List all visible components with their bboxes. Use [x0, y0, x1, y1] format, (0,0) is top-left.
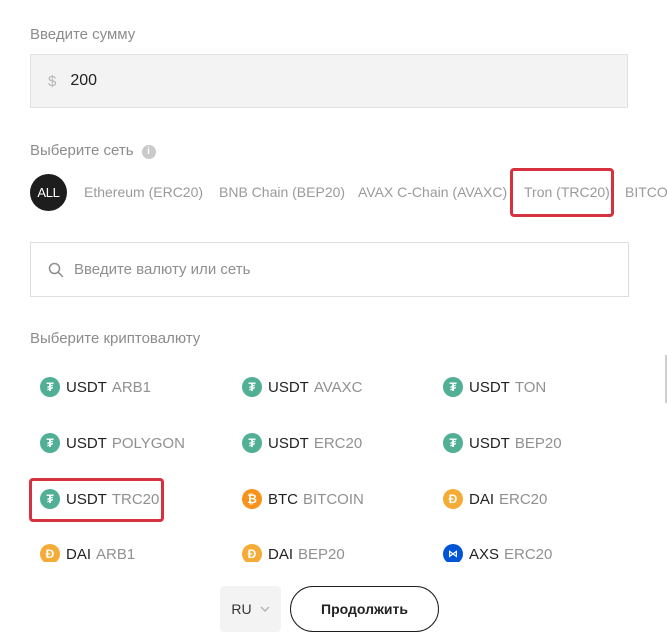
coin-symbol: BTC	[268, 490, 298, 508]
highlight-usdt-trc20	[29, 478, 164, 522]
search-input[interactable]	[72, 260, 576, 279]
coin-network: ERC20	[313, 434, 363, 452]
coin-network: BEP20	[298, 545, 345, 563]
coin-dai-arb1[interactable]: Đ DAI ARB1	[40, 541, 135, 562]
coin-symbol: DAI	[66, 545, 92, 563]
coin-usdt-arb1[interactable]: ₮ USDT ARB1	[40, 374, 151, 400]
coin-symbol: AXS	[469, 545, 500, 563]
coin-btc-bitcoin[interactable]: ₿ BTC BITCOIN	[242, 486, 364, 512]
language-value: RU	[231, 601, 252, 617]
coin-network: BITCOIN	[303, 490, 364, 508]
coin-usdt-polygon[interactable]: ₮ USDT POLYGON	[40, 430, 185, 456]
coin-dai-erc20[interactable]: Đ DAI ERC20	[443, 486, 547, 512]
chip-avax[interactable]: AVAX C-Chain (AVAXC)	[358, 170, 507, 214]
coin-network: TON	[514, 378, 547, 396]
tether-icon: ₮	[40, 433, 60, 453]
chip-bitcoin[interactable]: BITCOIN	[625, 170, 667, 214]
tether-icon: ₮	[443, 377, 463, 397]
coin-symbol: DAI	[469, 490, 495, 508]
crypto-grid: ₮ USDT ARB1 ₮ USDT AVAXC ₮ USDT TON ₮ US…	[40, 372, 640, 562]
coin-network: AVAXC	[313, 378, 363, 396]
coin-symbol: DAI	[268, 545, 294, 563]
continue-button[interactable]: Продолжить	[290, 586, 439, 632]
dai-icon: Đ	[242, 544, 262, 562]
amount-field[interactable]: $ 200	[30, 54, 628, 108]
network-label: Выберите сеть i	[30, 142, 156, 159]
coin-symbol: USDT	[268, 378, 309, 396]
coin-symbol: USDT	[66, 378, 107, 396]
coin-symbol: USDT	[469, 434, 510, 452]
coin-usdt-erc20[interactable]: ₮ USDT ERC20	[242, 430, 362, 456]
tether-icon: ₮	[242, 433, 262, 453]
coin-network: ARB1	[96, 545, 136, 563]
amount-label: Введите сумму	[30, 26, 136, 43]
coin-usdt-ton[interactable]: ₮ USDT TON	[443, 374, 546, 400]
coin-network: ARB1	[111, 378, 152, 396]
coin-symbol: USDT	[268, 434, 309, 452]
search-field[interactable]	[30, 242, 629, 297]
coin-axs-erc20[interactable]: ⋈ AXS ERC20	[443, 541, 552, 562]
coin-network: ERC20	[504, 545, 553, 563]
network-label-text: Выберите сеть	[30, 142, 134, 159]
chip-all[interactable]: ALL	[30, 174, 67, 211]
coin-symbol: USDT	[66, 434, 107, 452]
dai-icon: Đ	[443, 489, 463, 509]
coin-dai-bep20[interactable]: Đ DAI BEP20	[242, 541, 345, 562]
coin-network: ERC20	[499, 490, 548, 508]
currency-symbol: $	[48, 72, 57, 90]
chevron-down-icon	[260, 603, 270, 615]
chip-ethereum[interactable]: Ethereum (ERC20)	[84, 170, 203, 214]
axs-icon: ⋈	[443, 544, 463, 562]
chip-bnb-chain[interactable]: BNB Chain (BEP20)	[219, 170, 345, 214]
bitcoin-icon: ₿	[242, 489, 262, 509]
footer: RU Продолжить	[0, 565, 667, 644]
crypto-label: Выберите криптовалюту	[30, 330, 201, 347]
coin-symbol: USDT	[469, 378, 510, 396]
coin-usdt-avaxc[interactable]: ₮ USDT AVAXC	[242, 374, 362, 400]
tether-icon: ₮	[443, 433, 463, 453]
coin-usdt-bep20[interactable]: ₮ USDT BEP20	[443, 430, 562, 456]
coin-network: POLYGON	[111, 434, 185, 452]
info-icon[interactable]: i	[141, 145, 156, 159]
tether-icon: ₮	[40, 377, 60, 397]
payment-form: Введите сумму $ 200 Выберите сеть i ALL E…	[0, 0, 667, 644]
search-icon	[48, 262, 64, 277]
amount-value[interactable]: 200	[70, 72, 97, 90]
tether-icon: ₮	[242, 377, 262, 397]
dai-icon: Đ	[40, 544, 60, 562]
highlight-tron-chip	[510, 168, 614, 217]
language-select[interactable]: RU	[220, 586, 281, 632]
coin-network: BEP20	[514, 434, 562, 452]
